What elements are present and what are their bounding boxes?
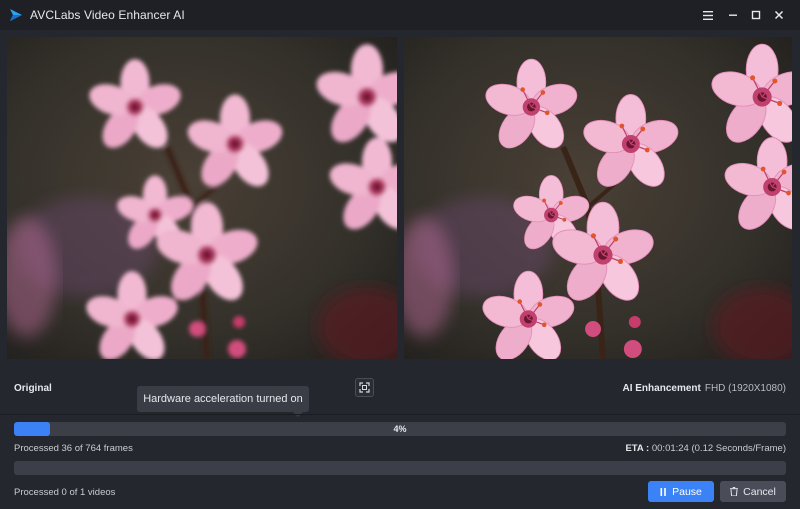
ai-enhancement-label: AI Enhancement FHD (1920X1080) (622, 383, 786, 394)
fullscreen-icon (359, 382, 370, 393)
frames-progress-bar: 4% (14, 422, 786, 436)
output-resolution: FHD (1920X1080) (704, 383, 786, 394)
close-button[interactable] (768, 5, 790, 25)
frames-processed-text: Processed 36 of 764 frames (14, 443, 133, 454)
original-preview (7, 37, 397, 359)
cancel-button[interactable]: Cancel (720, 481, 786, 502)
pause-label: Pause (672, 485, 702, 498)
enhanced-frame-image (404, 37, 792, 359)
cancel-label: Cancel (743, 485, 776, 498)
original-label: Original (14, 383, 52, 394)
title-bar: AVCLabs Video Enhancer AI (0, 0, 800, 30)
original-frame-image (7, 37, 397, 359)
eta-value: 00:01:24 (0.12 Seconds/Frame) (651, 443, 786, 454)
divider (0, 414, 800, 415)
minimize-icon (729, 14, 737, 16)
app-logo-icon (10, 9, 22, 21)
hardware-acceleration-tooltip: Hardware acceleration turned on (137, 386, 309, 417)
maximize-icon (751, 10, 761, 20)
menu-button[interactable] (697, 5, 719, 25)
videos-progress-bar (14, 461, 786, 475)
menu-icon (703, 10, 713, 20)
minimize-button[interactable] (722, 5, 744, 25)
pause-icon (660, 487, 666, 496)
eta-text: ETA : 00:01:24 (0.12 Seconds/Frame) (625, 443, 786, 454)
compare-button[interactable] (355, 378, 374, 397)
app-title: AVCLabs Video Enhancer AI (30, 8, 185, 22)
enhanced-preview (404, 37, 792, 359)
ai-enhancement-title: AI Enhancement (622, 383, 701, 394)
eta-label: ETA : (625, 443, 650, 454)
maximize-button[interactable] (745, 5, 767, 25)
videos-processed-text: Processed 0 of 1 videos (14, 487, 116, 498)
frames-progress-percent: 4% (393, 424, 407, 434)
trash-icon (730, 487, 739, 496)
pause-button[interactable]: Pause (648, 481, 714, 502)
app-window: AVCLabs Video Enhancer AI Original AI En… (0, 0, 800, 509)
close-icon (774, 10, 784, 20)
